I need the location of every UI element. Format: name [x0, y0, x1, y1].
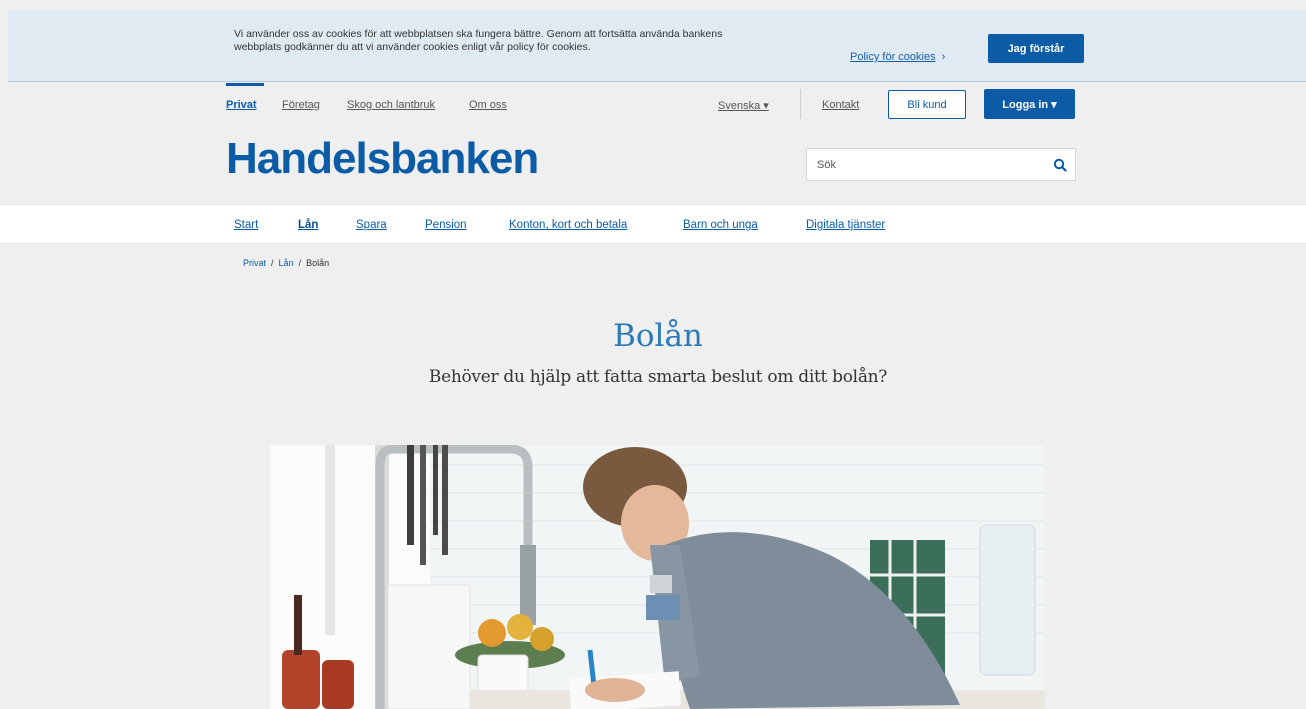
- top-nav-privat[interactable]: Privat: [226, 99, 257, 111]
- login-button[interactable]: Logga in ▾: [984, 89, 1075, 119]
- breadcrumb-separator: /: [271, 258, 274, 268]
- active-indicator: [226, 83, 264, 86]
- top-nav-foretag[interactable]: Företag: [282, 99, 320, 111]
- cookie-banner: Vi använder oss av cookies för att webbp…: [8, 10, 1306, 82]
- top-nav-om-oss[interactable]: Om oss: [469, 99, 507, 111]
- main-nav-pension[interactable]: Pension: [425, 219, 467, 231]
- main-nav-barn-och-unga[interactable]: Barn och unga: [683, 219, 758, 231]
- search-icon[interactable]: [1053, 158, 1067, 172]
- cookie-policy-label: Policy för cookies: [850, 51, 936, 63]
- cookie-text: Vi använder oss av cookies för att webbp…: [234, 28, 723, 53]
- logo[interactable]: Handelsbanken: [226, 134, 539, 184]
- main-nav-start[interactable]: Start: [234, 219, 258, 231]
- breadcrumb-lan[interactable]: Lån: [279, 258, 294, 268]
- language-selector[interactable]: Svenska ▾: [718, 99, 769, 112]
- divider: [800, 89, 801, 119]
- search-box: [806, 148, 1076, 181]
- main-nav-spara[interactable]: Spara: [356, 219, 387, 231]
- chevron-right-icon: ›: [941, 51, 946, 63]
- breadcrumb-separator: /: [298, 258, 302, 268]
- breadcrumb: Privat / Lån / Bolån: [243, 258, 329, 268]
- top-nav: Privat Företag Skog och lantbruk Om oss …: [0, 83, 1306, 123]
- page-title: Bolån: [613, 318, 703, 354]
- main-nav-digitala-tjanster[interactable]: Digitala tjänster: [806, 219, 885, 231]
- top-nav-skog-och-lantbruk[interactable]: Skog och lantbruk: [347, 99, 435, 111]
- main-nav: Start Lån Spara Pension Konton, kort och…: [0, 204, 1306, 244]
- cookie-policy-link[interactable]: Policy för cookies ›: [850, 51, 945, 63]
- hero-image: [270, 445, 1045, 709]
- become-customer-button[interactable]: Bli kund: [888, 90, 966, 119]
- page-subtitle: Behöver du hjälp att fatta smarta beslut…: [428, 367, 888, 387]
- main-nav-konton-kort-och-betala[interactable]: Konton, kort och betala: [509, 219, 627, 231]
- breadcrumb-current: Bolån: [306, 258, 330, 268]
- contact-link[interactable]: Kontakt: [822, 99, 859, 111]
- cookie-accept-button[interactable]: Jag förstår: [988, 34, 1084, 63]
- breadcrumb-privat[interactable]: Privat: [243, 258, 266, 268]
- search-input[interactable]: [807, 149, 1047, 180]
- main-nav-lan[interactable]: Lån: [298, 219, 318, 231]
